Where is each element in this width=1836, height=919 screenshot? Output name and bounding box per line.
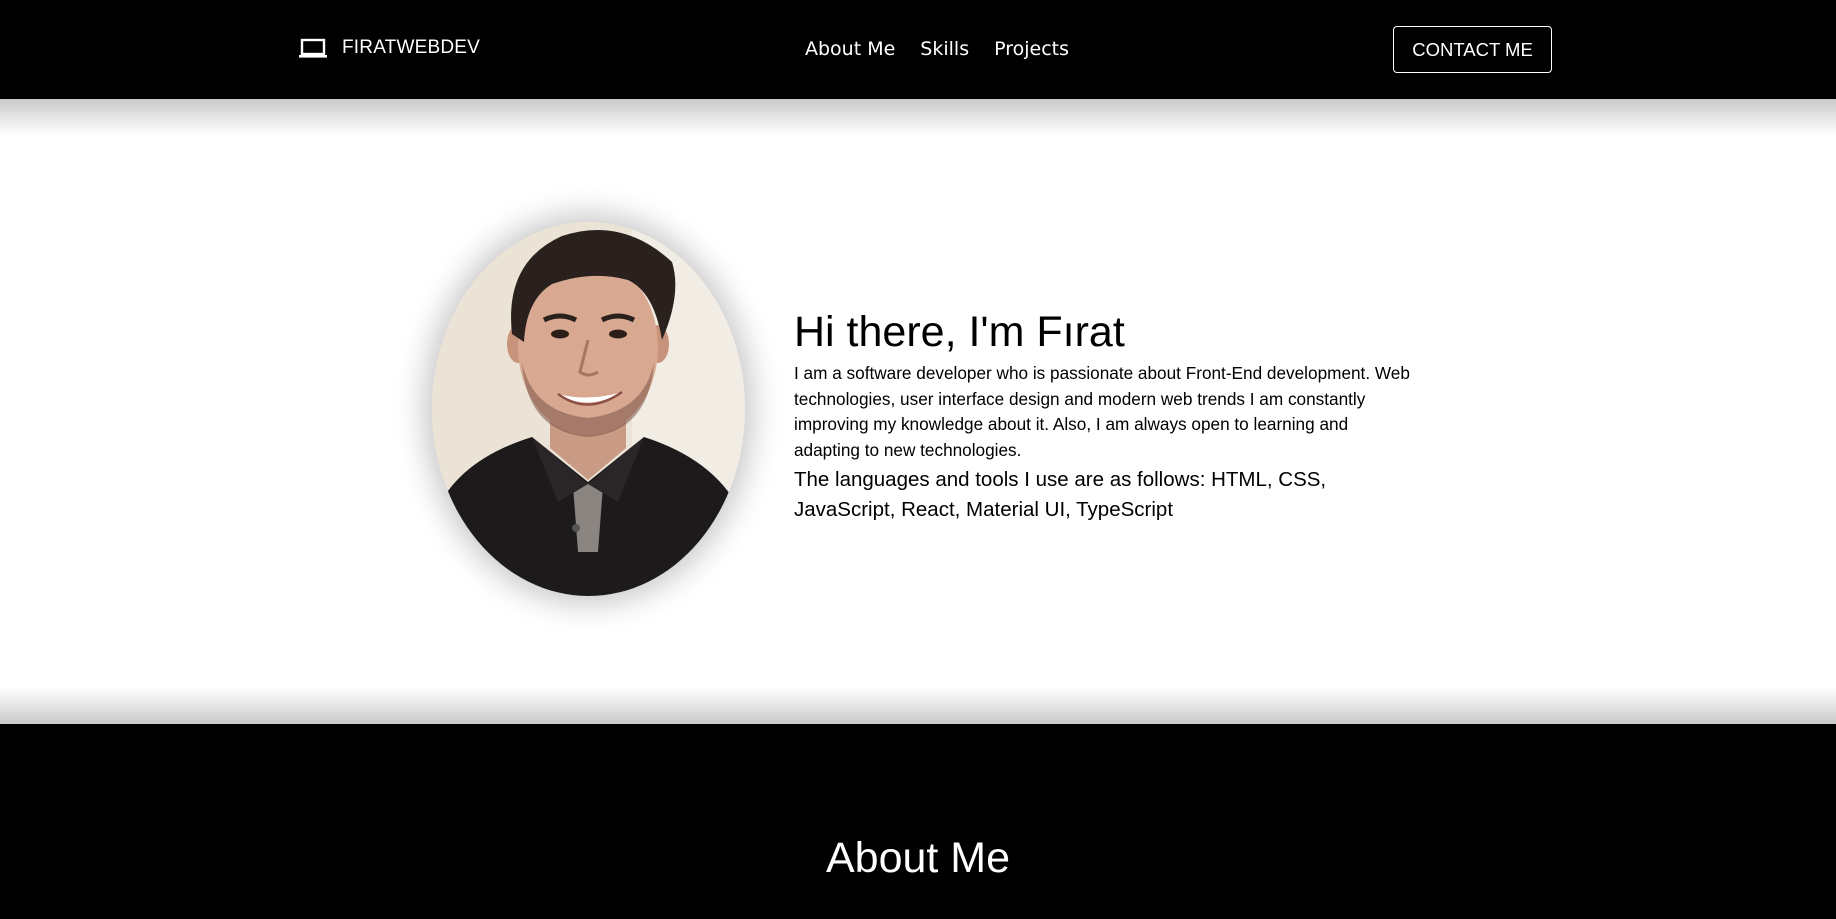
nav-link-projects[interactable]: Projects (994, 38, 1069, 60)
about-title: About Me (825, 834, 1011, 882)
brand-name: FIRATWEBDEV (342, 37, 481, 58)
hero-tools: The languages and tools I use are as fol… (794, 468, 1327, 521)
hero-text: Hi there, I'm Fırat I am a software deve… (794, 307, 1414, 525)
nav-link-skills[interactable]: Skills (920, 38, 969, 60)
brand-logo[interactable]: FIRATWEBDEV (298, 36, 480, 60)
nav-link-about-me[interactable]: About Me (805, 38, 895, 60)
hero-section: Hi there, I'm Fırat I am a software deve… (0, 99, 1836, 724)
top-navbar: FIRATWEBDEV About Me Skills Projects CON… (0, 0, 1836, 99)
hero-title: Hi there, I'm Fırat (794, 308, 1125, 356)
about-section: About Me (0, 724, 1836, 919)
main-nav: About Me Skills Projects (805, 38, 1069, 60)
profile-photo (432, 222, 745, 596)
contact-me-button[interactable]: CONTACT ME (1393, 26, 1552, 73)
hero-description: I am a software developer who is passion… (794, 363, 1410, 460)
laptop-icon (299, 38, 327, 58)
